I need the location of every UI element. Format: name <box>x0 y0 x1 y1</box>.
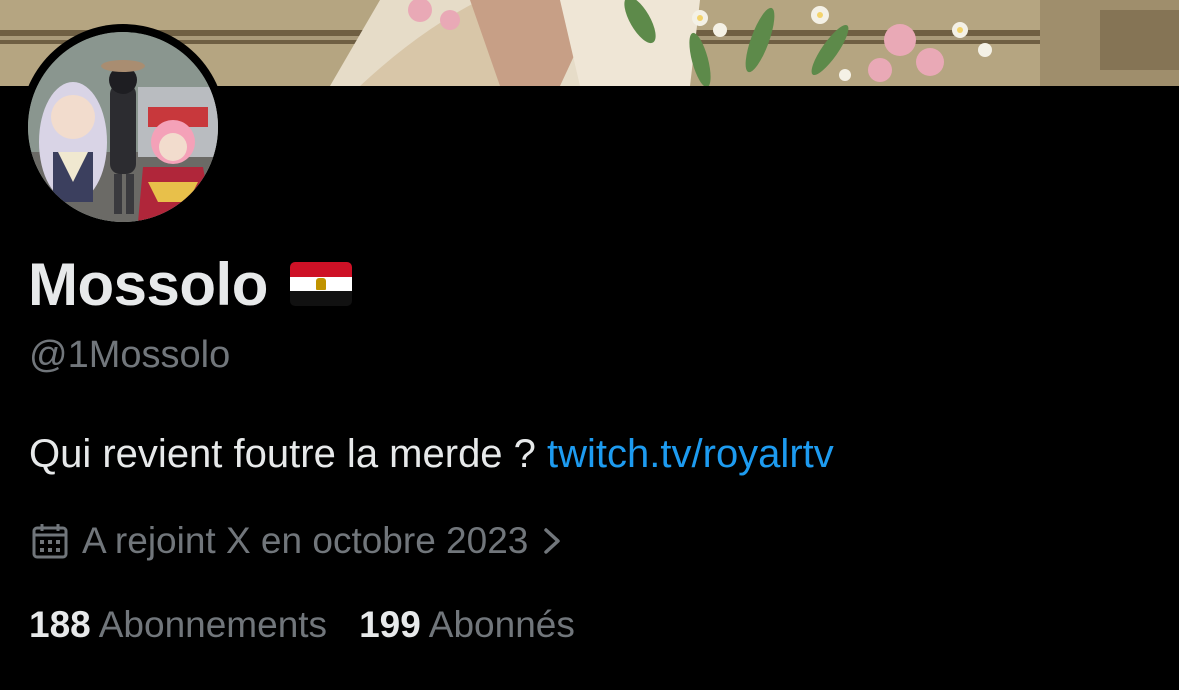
follow-stats: 188 Abonnements 199 Abonnés <box>29 604 575 646</box>
calendar-icon <box>32 524 68 559</box>
egypt-flag-icon <box>289 262 352 306</box>
followers-label: Abonnés <box>428 604 575 645</box>
profile-avatar[interactable] <box>20 24 226 230</box>
followers-count: 199 <box>359 604 421 645</box>
profile-name-row: Mossolo <box>28 248 352 320</box>
chevron-right-icon <box>544 528 561 554</box>
profile-handle: @1Mossolo <box>29 334 231 376</box>
followers-stat[interactable]: 199 Abonnés <box>359 604 575 646</box>
bio-text: Qui revient foutre la merde ? <box>29 432 548 476</box>
joined-date-row[interactable]: A rejoint X en octobre 2023 <box>30 518 564 564</box>
following-count: 188 <box>29 604 91 645</box>
avatar-image <box>28 32 218 222</box>
following-label: Abonnements <box>98 604 328 645</box>
following-stat[interactable]: 188 Abonnements <box>29 604 327 646</box>
profile-bio: Qui revient foutre la merde ? twitch.tv/… <box>29 432 834 477</box>
bio-link[interactable]: twitch.tv/royalrtv <box>547 432 834 476</box>
display-name: Mossolo <box>28 250 268 318</box>
joined-text: A rejoint X en octobre 2023 <box>82 520 529 561</box>
